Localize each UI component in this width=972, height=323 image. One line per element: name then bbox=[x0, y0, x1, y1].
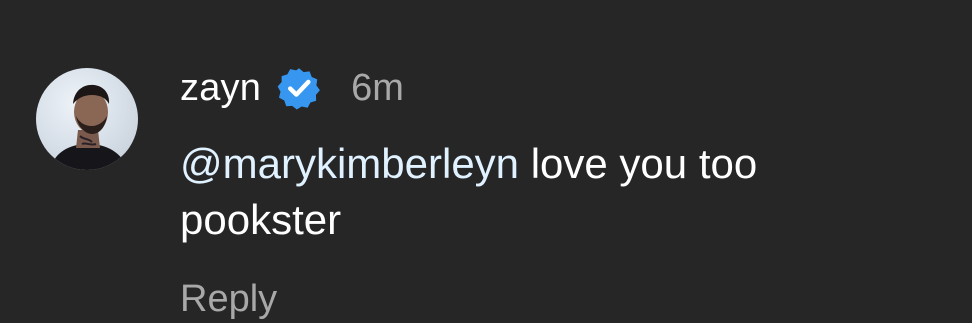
comment-body: zayn 6m @marykimberleyn love you too poo… bbox=[180, 58, 940, 323]
comment-text: @marykimberleyn love you too pookster bbox=[180, 136, 920, 248]
comment-header: zayn 6m bbox=[180, 58, 940, 118]
comment-item: zayn 6m @marykimberleyn love you too poo… bbox=[0, 0, 972, 323]
profile-photo bbox=[50, 84, 128, 170]
verified-badge-icon bbox=[277, 66, 321, 110]
mention-link[interactable]: @marykimberleyn bbox=[180, 140, 519, 187]
username-link[interactable]: zayn bbox=[180, 58, 261, 118]
reply-button[interactable]: Reply bbox=[180, 274, 940, 323]
avatar[interactable] bbox=[36, 68, 138, 170]
comment-timestamp: 6m bbox=[351, 67, 404, 109]
